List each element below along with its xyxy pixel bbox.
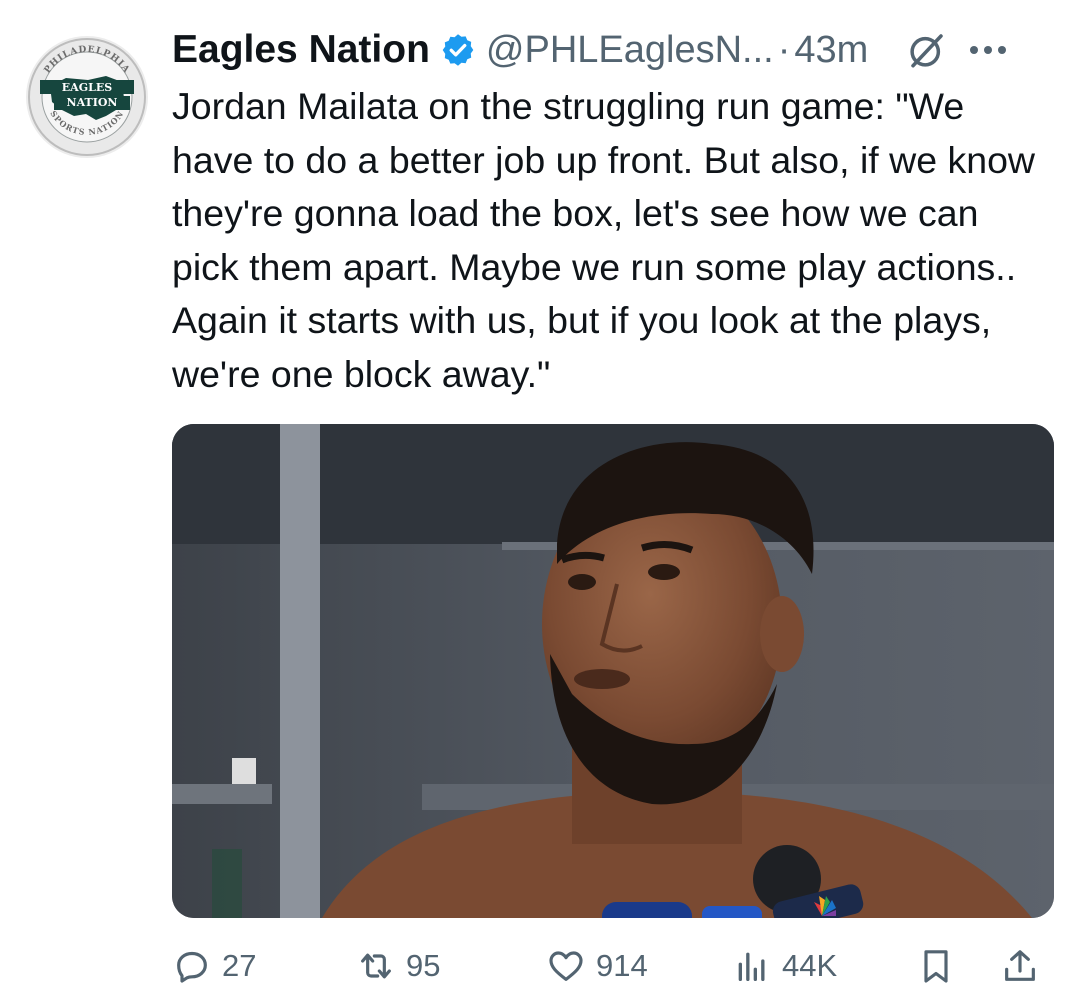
reply-button[interactable]: 27 xyxy=(172,936,256,996)
more-options-icon[interactable] xyxy=(970,46,1007,54)
reply-count: 27 xyxy=(222,948,257,983)
tweet-header: Eagles Nation @PHLEaglesN... · 43m xyxy=(172,24,1062,76)
repost-count: 95 xyxy=(406,948,441,983)
avatar-line2: NATION xyxy=(67,96,118,109)
author-name[interactable]: Eagles Nation xyxy=(172,28,430,72)
eagles-nation-logo: PHILADELPHIA SPORTS NATION EAGLES NATION xyxy=(28,38,146,156)
tweet-actions: 27 95 914 44K xyxy=(172,936,1054,996)
tweet-text: Jordan Mailata on the struggling run gam… xyxy=(172,85,1046,395)
repost-button[interactable]: 95 xyxy=(356,936,440,996)
views-button[interactable]: 44K xyxy=(732,936,837,996)
like-count: 914 xyxy=(596,948,648,983)
author-avatar[interactable]: PHILADELPHIA SPORTS NATION EAGLES NATION xyxy=(26,36,148,158)
interview-photo xyxy=(172,424,1054,918)
author-handle[interactable]: @PHLEaglesN... xyxy=(486,29,774,72)
separator-dot: · xyxy=(777,28,791,71)
grok-icon[interactable] xyxy=(906,29,948,71)
views-chart-icon xyxy=(738,952,765,981)
like-button[interactable]: 914 xyxy=(546,936,648,996)
repost-icon xyxy=(361,953,391,979)
bookmark-icon xyxy=(924,950,948,983)
tweet-media-image[interactable] xyxy=(172,424,1054,918)
bookmark-button[interactable] xyxy=(916,936,956,996)
heart-icon xyxy=(549,951,583,981)
reply-icon xyxy=(177,951,207,983)
views-count: 44K xyxy=(782,948,838,983)
avatar-line1: EAGLES xyxy=(62,81,112,94)
share-icon xyxy=(1005,950,1035,981)
share-button[interactable] xyxy=(1000,936,1040,996)
verified-badge-icon xyxy=(442,34,474,66)
timestamp[interactable]: 43m xyxy=(794,29,868,72)
